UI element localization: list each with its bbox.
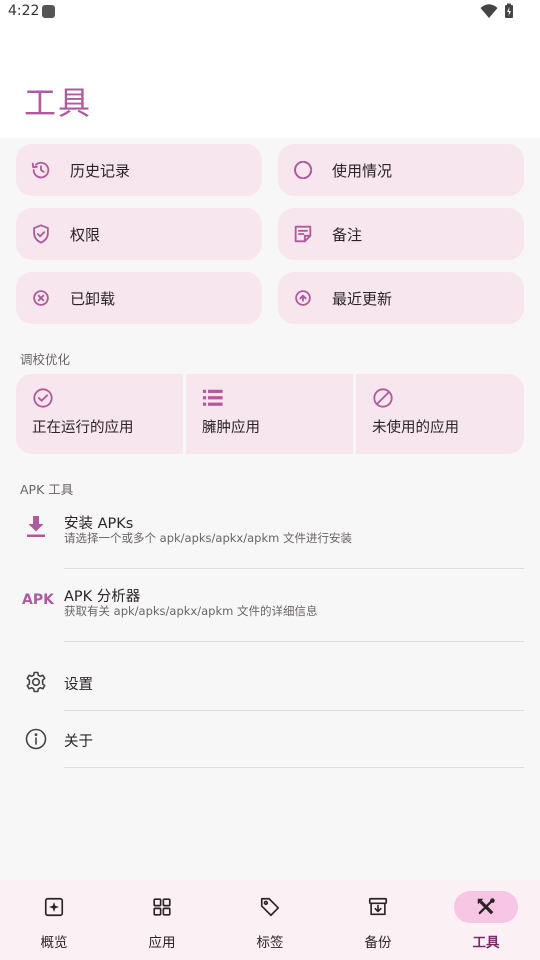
usage-icon — [294, 160, 313, 180]
apk-analyzer-subtitle: 获取有关 apk/apks/apkx/apkm 文件的详细信息 — [64, 604, 318, 618]
usage-button[interactable]: 使用情况 — [278, 144, 524, 196]
nav-tags[interactable]: 标签 — [216, 880, 324, 960]
apk-analyzer-item[interactable]: APK APK 分析器 获取有关 apk/apks/apkx/apkm 文件的详… — [0, 578, 540, 641]
notes-button[interactable]: 备注 — [278, 208, 524, 260]
history-icon — [31, 161, 50, 179]
install-icon — [27, 516, 45, 537]
page-title: 工具 — [24, 84, 93, 122]
uninstalled-button[interactable]: 已卸载 — [16, 272, 262, 324]
unused-apps-label: 未使用的应用 — [372, 420, 459, 436]
nav-tools[interactable]: 工具 — [432, 880, 540, 960]
status-bar: 4:22 — [0, 0, 540, 24]
divider — [64, 641, 524, 642]
nav-tools-label: 工具 — [472, 935, 500, 951]
nav-apps-label: 应用 — [148, 935, 176, 951]
status-time: 4:22 — [8, 3, 40, 19]
notes-label: 备注 — [332, 226, 363, 244]
install-apks-item[interactable]: 安装 APKs 请选择一个或多个 apk/apks/apkx/apkm 文件进行… — [0, 505, 540, 568]
backup-icon — [368, 897, 388, 916]
running-apps-button[interactable]: 正在运行的应用 — [16, 374, 183, 454]
apk-tools-section-title: APK 工具 — [20, 482, 74, 497]
gear-icon — [26, 671, 46, 693]
bottom-navigation: 概览 应用 标签 备份 工具 — [0, 880, 540, 960]
settings-label: 设置 — [64, 677, 93, 693]
block-icon — [373, 388, 393, 408]
apps-icon — [153, 898, 171, 916]
update-icon — [295, 290, 311, 306]
about-item[interactable]: 关于 — [0, 712, 540, 767]
divider — [64, 767, 524, 768]
divider — [64, 568, 524, 569]
tag-icon — [260, 897, 280, 917]
battery-icon — [505, 3, 513, 18]
recent-updates-button[interactable]: 最近更新 — [278, 272, 524, 324]
tools-icon — [477, 898, 495, 915]
bloatware-button[interactable]: 臃肿应用 — [186, 374, 353, 454]
nav-tags-label: 标签 — [256, 935, 284, 951]
shield-icon — [33, 224, 49, 244]
note-icon — [294, 225, 312, 243]
running-apps-label: 正在运行的应用 — [32, 420, 134, 436]
check-circle-icon — [33, 388, 53, 408]
nav-overview[interactable]: 概览 — [0, 880, 108, 960]
divider — [64, 710, 524, 711]
history-button[interactable]: 历史记录 — [16, 144, 262, 196]
uninstalled-label: 已卸载 — [70, 290, 116, 308]
settings-item[interactable]: 设置 — [0, 655, 540, 710]
info-icon — [25, 728, 47, 750]
nav-overview-label: 概览 — [40, 935, 68, 951]
recent-updates-label: 最近更新 — [332, 290, 393, 308]
uninstalled-icon — [33, 290, 49, 306]
permissions-label: 权限 — [70, 226, 101, 244]
nav-backup[interactable]: 备份 — [324, 880, 432, 960]
list-icon — [202, 389, 223, 406]
history-label: 历史记录 — [70, 162, 131, 180]
overview-icon — [44, 897, 64, 917]
usage-label: 使用情况 — [332, 162, 393, 180]
bloatware-label: 臃肿应用 — [202, 420, 260, 436]
nav-apps[interactable]: 应用 — [108, 880, 216, 960]
notification-icon — [42, 5, 55, 18]
unused-apps-button[interactable]: 未使用的应用 — [356, 374, 524, 454]
about-label: 关于 — [64, 734, 93, 750]
permissions-button[interactable]: 权限 — [16, 208, 262, 260]
wifi-icon — [480, 4, 498, 18]
apk-icon: APK — [22, 592, 54, 608]
optimization-section-title: 调校优化 — [20, 352, 71, 367]
nav-backup-label: 备份 — [364, 935, 392, 951]
install-apks-subtitle: 请选择一个或多个 apk/apks/apkx/apkm 文件进行安装 — [64, 531, 352, 545]
